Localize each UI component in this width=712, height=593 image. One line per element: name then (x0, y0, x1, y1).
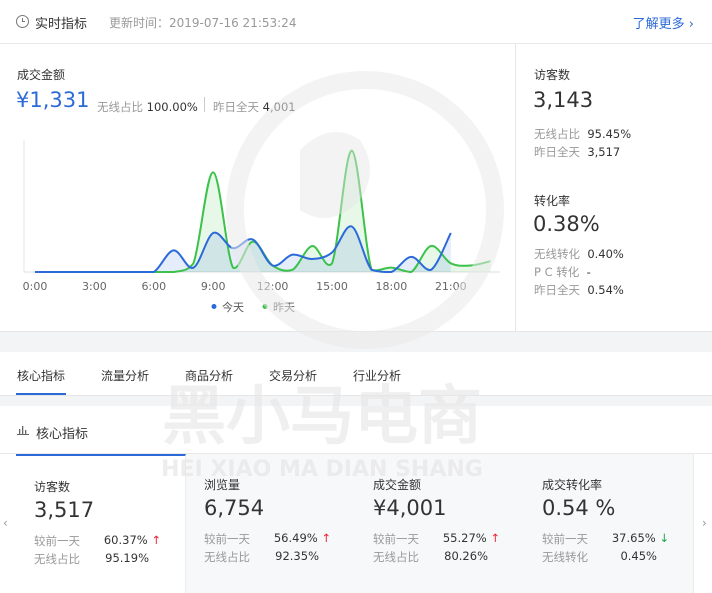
x-tick-label: 18:00 (376, 280, 408, 293)
metric-title: 浏览量 (204, 478, 241, 492)
metric-value: ¥4,001 (373, 496, 447, 520)
analysis-tabs: 核心指标 流量分析 商品分析 交易分析 行业分析 (0, 352, 712, 396)
gmv-yesterday: 昨日全天 4,001 (213, 100, 296, 114)
legend-label: 今天 (222, 300, 244, 314)
metric-card-visitors[interactable]: 访客数 3,517 较前一天 60.37% ↑ 无线占比 95.19% (16, 454, 186, 593)
bar-chart-icon (17, 426, 29, 435)
tab-core-metrics[interactable]: 核心指标 (17, 367, 65, 384)
tab-trade[interactable]: 交易分析 (269, 367, 317, 384)
prev-arrow-icon[interactable]: ‹ (3, 516, 8, 530)
tab-traffic[interactable]: 流量分析 (101, 367, 149, 384)
legend-label: 昨天 (273, 301, 295, 314)
conversion-label: 转化率 (534, 194, 571, 208)
clock-icon (16, 15, 29, 28)
x-tick-label: 0:00 (23, 280, 48, 293)
metric-compare-row: 较前一天 55.27% ↑ (373, 531, 500, 546)
next-arrow-icon[interactable]: › (702, 516, 707, 530)
metric-share-row: 无线转化 0.45% (542, 549, 657, 564)
visitors-wireless: 无线占比 95.45% (534, 127, 632, 141)
metric-compare-row: 较前一天 56.49% ↑ (204, 531, 331, 546)
visitors-yesterday: 昨日全天 3,517 (534, 145, 621, 159)
metric-title: 成交转化率 (542, 478, 603, 492)
metric-share-row: 无线占比 95.19% (34, 551, 149, 566)
series-area (35, 226, 451, 272)
up-arrow-icon: ↑ (151, 533, 161, 547)
down-arrow-icon: ↓ (659, 531, 669, 545)
metric-share-row: 无线占比 92.35% (204, 549, 319, 564)
learn-more-link[interactable]: 了解更多 › (633, 13, 694, 32)
core-metrics-header: 核心指标 (0, 406, 712, 454)
tab-products[interactable]: 商品分析 (185, 367, 233, 384)
up-arrow-icon: ↑ (321, 531, 331, 545)
realtime-chart: 0:00 3:00 6:00 9:00 12:00 15:00 18:00 21:00 今天 昨… (23, 140, 500, 314)
gmv-divider (204, 97, 205, 112)
metric-card-pageviews[interactable]: 浏览量 6,754 较前一天 56.49% ↑ 无线占比 92.35% (186, 454, 356, 593)
up-arrow-icon: ↑ (490, 531, 500, 545)
visitors-label: 访客数 (534, 68, 571, 82)
realtime-header: 实时指标 更新时间：2019-07-16 21:53:24 了解更多 › (0, 0, 712, 44)
metric-title: 访客数 (34, 480, 71, 494)
gmv-wireless: 无线占比 100.00% (97, 100, 198, 114)
metric-value: 6,754 (204, 496, 265, 520)
x-tick-label: 3:00 (82, 280, 107, 293)
conversion-value: 0.38% (533, 212, 600, 236)
x-tick-label: 12:00 (257, 280, 289, 293)
realtime-panel: 实时指标 更新时间：2019-07-16 21:53:24 了解更多 › 成交金… (0, 0, 712, 332)
conversion-pc: P C 转化 - (534, 265, 591, 279)
x-tick-label: 6:00 (141, 280, 166, 293)
visitors-value: 3,143 (533, 88, 594, 112)
metric-compare-row: 较前一天 60.37% ↑ (34, 533, 161, 548)
active-tab-underline (16, 393, 66, 395)
metric-value: 3,517 (34, 498, 95, 522)
metric-value: 0.54 % (542, 496, 616, 520)
core-metrics-panel: 核心指标 ‹ 访客数 3,517 较前一天 60.37% ↑ 无线占比 95.19%… (0, 406, 712, 593)
metric-card-conversion[interactable]: 成交转化率 0.54 % 较前一天 37.65% ↓ 无线转化 0.45% (524, 454, 694, 593)
legend-dot (211, 304, 217, 309)
x-tick-label: 15:00 (316, 280, 348, 293)
update-time: 更新时间：2019-07-16 21:53:24 (109, 16, 297, 30)
metric-title: 成交金额 (373, 478, 422, 492)
metric-compare-row: 较前一天 37.65% ↓ (542, 531, 669, 546)
conversion-wireless: 无线转化 0.40% (534, 247, 624, 261)
x-tick-label: 21:00 (435, 280, 467, 293)
tab-industry[interactable]: 行业分析 (353, 367, 401, 384)
x-tick-label: 9:00 (201, 280, 226, 293)
gmv-value: ¥1,331 (16, 88, 90, 112)
metric-card-gmv[interactable]: 成交金额 ¥4,001 较前一天 55.27% ↑ 无线占比 80.26% (355, 454, 525, 593)
legend-dot (262, 304, 268, 309)
core-metrics-title: 核心指标 (36, 427, 89, 442)
metric-share-row: 无线占比 80.26% (373, 549, 488, 564)
gmv-label: 成交金额 (17, 68, 66, 82)
vertical-divider (515, 44, 516, 332)
realtime-title: 实时指标 (35, 17, 88, 32)
conversion-yesterday: 昨日全天 0.54% (534, 283, 624, 297)
